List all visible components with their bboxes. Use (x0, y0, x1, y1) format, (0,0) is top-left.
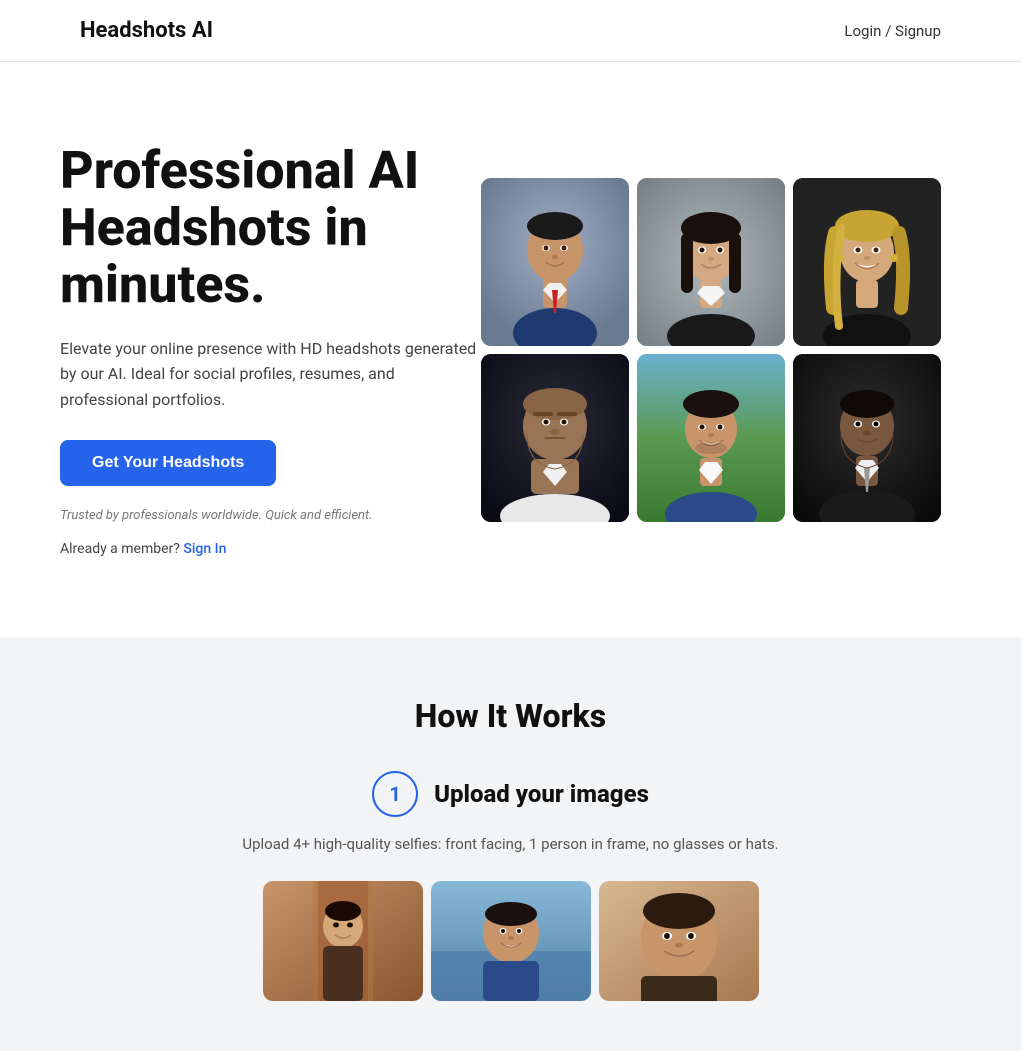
how-it-works-section: How It Works 1 Upload your images Upload… (0, 637, 1021, 1051)
headshot-photo-2 (637, 178, 785, 346)
headshot-photo-5 (637, 354, 785, 522)
step-1-header: 1 Upload your images (80, 771, 941, 817)
hero-subtitle: Elevate your online presence with HD hea… (60, 336, 480, 413)
brand-logo: Headshots AI (80, 18, 213, 43)
hero-title: Professional AI Headshots in minutes. (60, 142, 480, 314)
navbar: Headshots AI Login / Signup (0, 0, 1021, 62)
headshot-photo-3 (793, 178, 941, 346)
step-1-label: Upload your images (434, 780, 649, 808)
headshot-photo-grid (481, 178, 941, 522)
headshot-photo-1 (481, 178, 629, 346)
get-headshots-button[interactable]: Get Your Headshots (60, 440, 276, 486)
upload-preview-3 (599, 881, 759, 1001)
hero-section: Professional AI Headshots in minutes. El… (0, 62, 1021, 637)
trusted-text: Trusted by professionals worldwide. Quic… (60, 508, 480, 523)
signin-link[interactable]: Sign In (183, 541, 226, 557)
upload-previews (80, 881, 941, 1001)
login-signup-link[interactable]: Login / Signup (844, 22, 941, 40)
upload-preview-1 (263, 881, 423, 1001)
headshot-photo-6 (793, 354, 941, 522)
hero-content: Professional AI Headshots in minutes. El… (60, 142, 480, 557)
headshot-photo-4 (481, 354, 629, 522)
step-1-number: 1 (372, 771, 418, 817)
step-1-description: Upload 4+ high-quality selfies: front fa… (80, 835, 941, 853)
section-title: How It Works (80, 697, 941, 735)
upload-preview-2 (431, 881, 591, 1001)
signin-prompt: Already a member? Sign In (60, 541, 480, 557)
